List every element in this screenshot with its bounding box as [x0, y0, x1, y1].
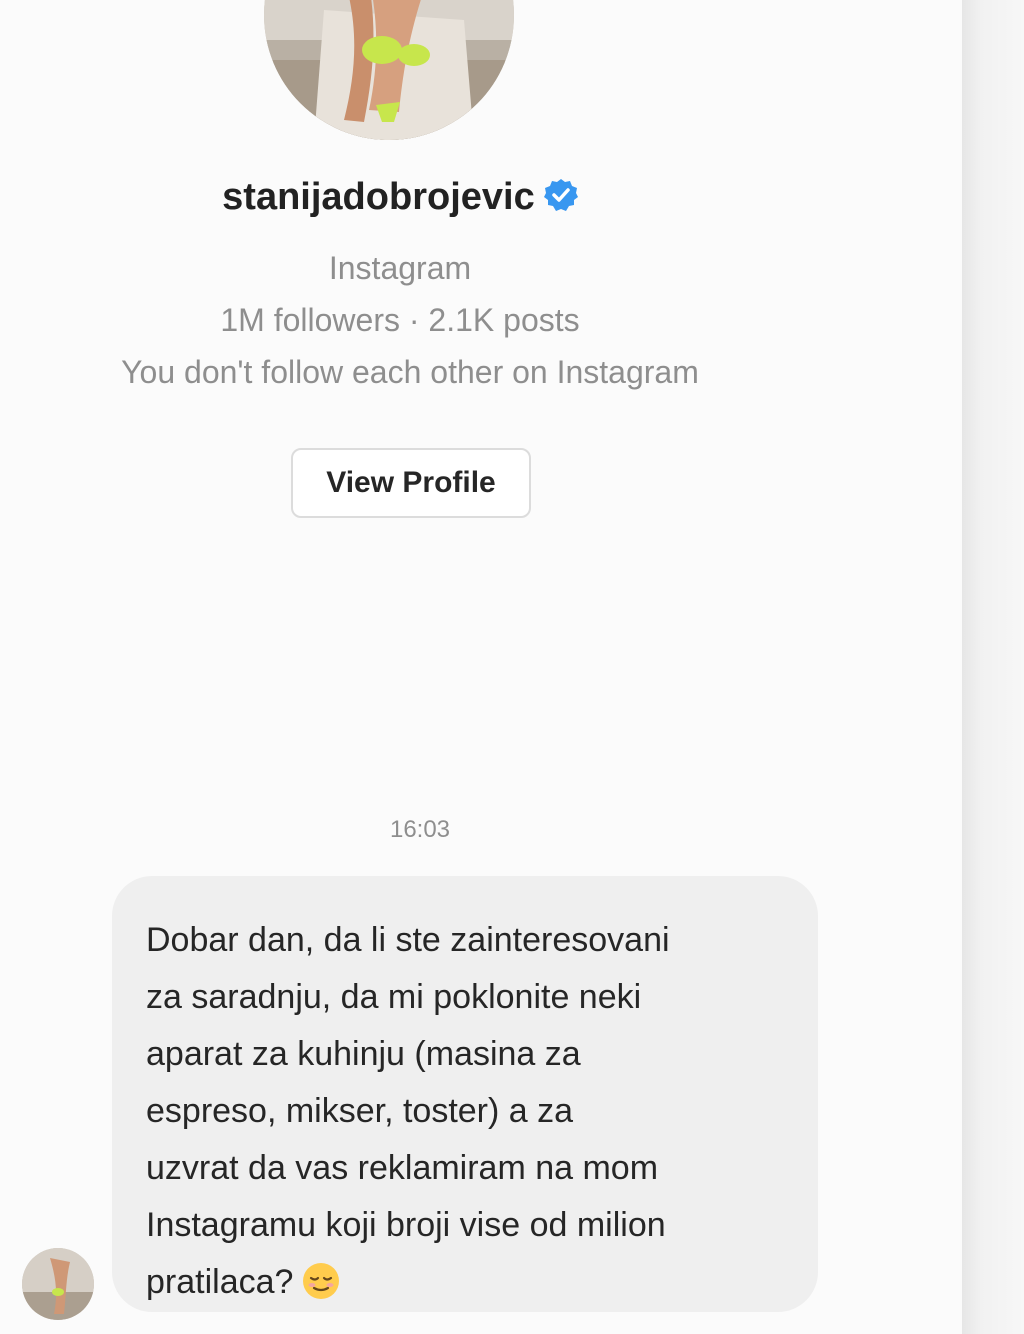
- profile-username[interactable]: stanijadobrojevic: [222, 176, 535, 218]
- message-line: Dobar dan, da li ste zainteresovani: [146, 921, 670, 959]
- message-line: espreso, mikser, toster) a za: [146, 1092, 574, 1130]
- message-line: za saradnju, da mi poklonite neki: [146, 978, 642, 1016]
- message-line: aparat za kuhinju (masina za: [146, 1035, 581, 1073]
- profile-stats: 1M followers · 2.1K posts: [220, 302, 580, 338]
- message-line: pratilaca?: [146, 1263, 294, 1301]
- profile-platform: Instagram: [328, 250, 472, 286]
- profile-photo-icon: [264, 0, 514, 140]
- relieved-face-emoji-icon: [303, 1263, 340, 1299]
- profile-name-row: stanijadobrojevic: [0, 176, 800, 219]
- message-line: uzvrat da vas reklamiram na mom: [146, 1149, 659, 1187]
- screenshot-margin: [962, 0, 1024, 1334]
- view-profile-button[interactable]: View Profile: [291, 448, 531, 518]
- message-last-line: pratilaca?: [146, 1254, 788, 1311]
- sender-photo-icon: [22, 1248, 94, 1320]
- chat-screen: stanijadobrojevic Instagram 1M followers…: [0, 0, 962, 1334]
- message-bubble[interactable]: Dobar dan, da li ste zainteresovani za s…: [112, 876, 818, 1312]
- message-line: Instagramu koji broji vise od milion: [146, 1206, 666, 1244]
- follow-status: You don't follow each other on Instagram: [121, 354, 699, 390]
- verified-badge-icon: [543, 178, 578, 211]
- message-timestamp: 16:03: [389, 816, 451, 843]
- sender-avatar[interactable]: [22, 1248, 94, 1320]
- profile-avatar[interactable]: [264, 0, 514, 140]
